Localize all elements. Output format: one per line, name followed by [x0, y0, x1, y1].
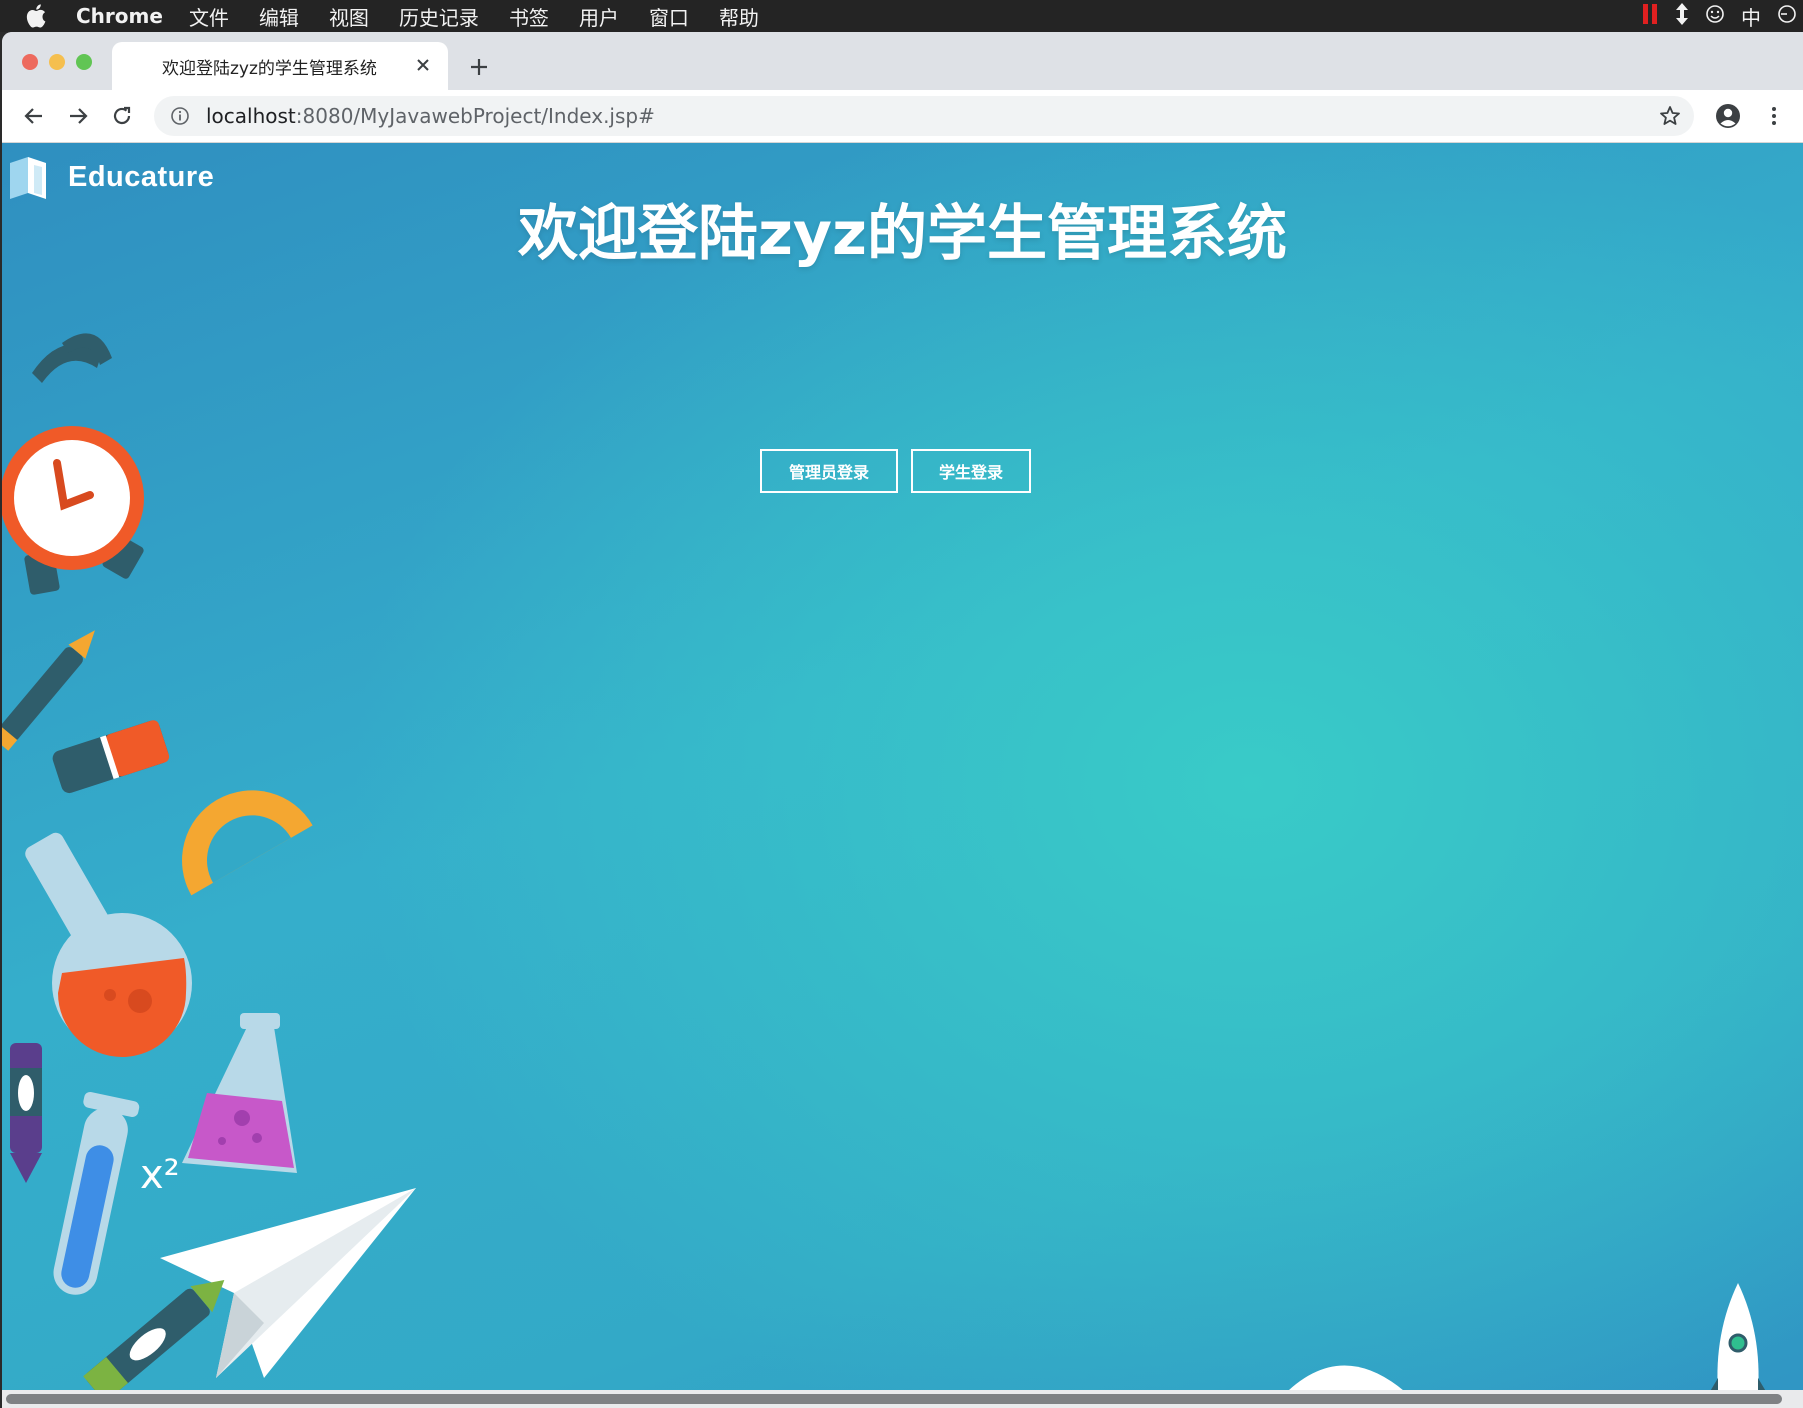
forward-arrow-icon[interactable]	[62, 100, 94, 132]
info-icon[interactable]	[170, 105, 192, 127]
alarm-clock-icon	[2, 333, 144, 595]
round-flask-icon	[25, 832, 192, 1057]
close-icon[interactable]	[412, 54, 434, 76]
updown-arrow-icon[interactable]	[1675, 2, 1689, 31]
url-host: localhost	[206, 104, 296, 128]
education-illustration: x²	[2, 333, 1774, 1408]
eraser-icon	[52, 720, 170, 794]
x-squared-text: x²	[140, 1152, 180, 1198]
menu-help[interactable]: 帮助	[719, 2, 759, 31]
status-area: 中	[1641, 0, 1803, 32]
menu-history[interactable]: 历史记录	[399, 2, 479, 31]
window-zoom-button[interactable]	[76, 54, 92, 70]
apple-icon[interactable]	[26, 0, 66, 32]
menu-bookmarks[interactable]: 书签	[509, 2, 549, 31]
tab-strip: 欢迎登陆zyz的学生管理系统	[2, 32, 1803, 90]
input-method-indicator[interactable]: 中	[1741, 2, 1761, 31]
url-text[interactable]: localhost:8080/MyJavawebProject/Index.js…	[206, 104, 655, 128]
scrollbar-thumb[interactable]	[6, 1394, 1782, 1404]
rocket-icon	[1702, 1283, 1774, 1405]
menu-view[interactable]: 视图	[329, 2, 369, 31]
account-icon[interactable]	[1712, 100, 1744, 132]
window-close-button[interactable]	[22, 54, 38, 70]
menu-edit[interactable]: 编辑	[259, 2, 299, 31]
browser-window: 欢迎登陆zyz的学生管理系统 localhost:8080/MyJavawebP…	[2, 32, 1803, 1408]
window-minimize-button[interactable]	[49, 54, 65, 70]
menu-file[interactable]: 文件	[189, 2, 229, 31]
star-icon[interactable]	[1658, 104, 1682, 128]
clock-icon[interactable]	[1777, 4, 1797, 29]
conical-flask-icon	[182, 1013, 297, 1173]
menu-people[interactable]: 用户	[579, 2, 619, 31]
browser-toolbar: localhost:8080/MyJavawebProject/Index.js…	[2, 90, 1803, 143]
horizontal-scrollbar[interactable]	[2, 1390, 1803, 1408]
more-icon[interactable]	[1758, 100, 1790, 132]
green-crayon-icon	[83, 1279, 225, 1403]
page-viewport: Educature 欢迎登陆zyz的学生管理系统 管理员登录 学生登录 x²	[2, 143, 1803, 1408]
address-bar[interactable]: localhost:8080/MyJavawebProject/Index.js…	[154, 96, 1694, 136]
tab-title: 欢迎登陆zyz的学生管理系统	[162, 58, 377, 79]
pause-icon[interactable]	[1641, 3, 1659, 30]
tab-active[interactable]: 欢迎登陆zyz的学生管理系统	[112, 42, 448, 90]
test-tube-icon	[53, 1091, 140, 1295]
paper-plane-icon	[160, 1188, 416, 1378]
reload-icon[interactable]	[106, 100, 138, 132]
purple-crayon-icon	[10, 1043, 42, 1183]
smiley-icon[interactable]	[1705, 4, 1725, 29]
plus-icon[interactable]	[464, 52, 494, 82]
fountain-pen-icon	[2, 630, 95, 751]
back-arrow-icon[interactable]	[18, 100, 50, 132]
menu-window[interactable]: 窗口	[649, 2, 689, 31]
menu-bar: Chrome 文件 编辑 视图 历史记录 书签 用户 窗口 帮助 中	[0, 0, 1803, 32]
menu-app-chrome[interactable]: Chrome	[76, 4, 163, 28]
url-path: :8080/MyJavawebProject/Index.jsp#	[295, 104, 655, 128]
protractor-icon	[182, 790, 313, 896]
